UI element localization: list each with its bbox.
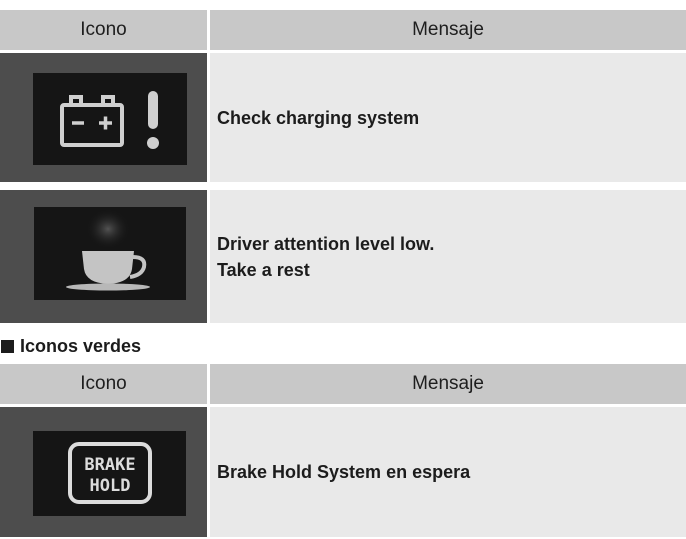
message-text: Driver attention level low. Take a rest bbox=[210, 231, 434, 283]
icon-cell bbox=[0, 53, 207, 182]
message-cell: Check charging system bbox=[210, 53, 686, 182]
table-row: Driver attention level low. Take a rest bbox=[0, 190, 686, 323]
coffee-cup-icon bbox=[34, 207, 186, 300]
section-title: Iconos verdes bbox=[20, 335, 142, 356]
message-line: Driver attention level low. bbox=[217, 233, 435, 254]
message-column-header: Mensaje bbox=[210, 364, 686, 404]
message-line: Check charging system bbox=[217, 107, 420, 128]
message-text: Check charging system bbox=[210, 105, 419, 131]
icon-cell bbox=[0, 190, 207, 323]
icon-cell: BRAKE HOLD bbox=[0, 407, 207, 537]
message-column-header: Mensaje bbox=[210, 10, 686, 50]
message-text: Brake Hold System en espera bbox=[210, 459, 470, 485]
message-line: Take a rest bbox=[217, 259, 310, 280]
table-row: BRAKE HOLD Brake Hold System en espera bbox=[0, 407, 686, 537]
brake-hold-icon: BRAKE HOLD bbox=[33, 431, 186, 516]
square-bullet-icon bbox=[1, 339, 14, 353]
brake-hold-label: BRAKE bbox=[84, 455, 135, 475]
table1-header: Icono Mensaje bbox=[0, 10, 686, 50]
message-cell: Driver attention level low. Take a rest bbox=[210, 190, 686, 323]
table-row: Check charging system bbox=[0, 53, 686, 182]
battery-warning-icon bbox=[33, 73, 187, 165]
table2-header: Icono Mensaje bbox=[0, 364, 686, 404]
section-heading: Iconos verdes bbox=[0, 334, 141, 358]
message-cell: Brake Hold System en espera bbox=[210, 407, 686, 537]
icon-column-header: Icono bbox=[0, 364, 207, 404]
icon-column-header: Icono bbox=[0, 10, 207, 50]
message-line: Brake Hold System en espera bbox=[217, 462, 471, 482]
brake-hold-label: HOLD bbox=[90, 476, 131, 496]
